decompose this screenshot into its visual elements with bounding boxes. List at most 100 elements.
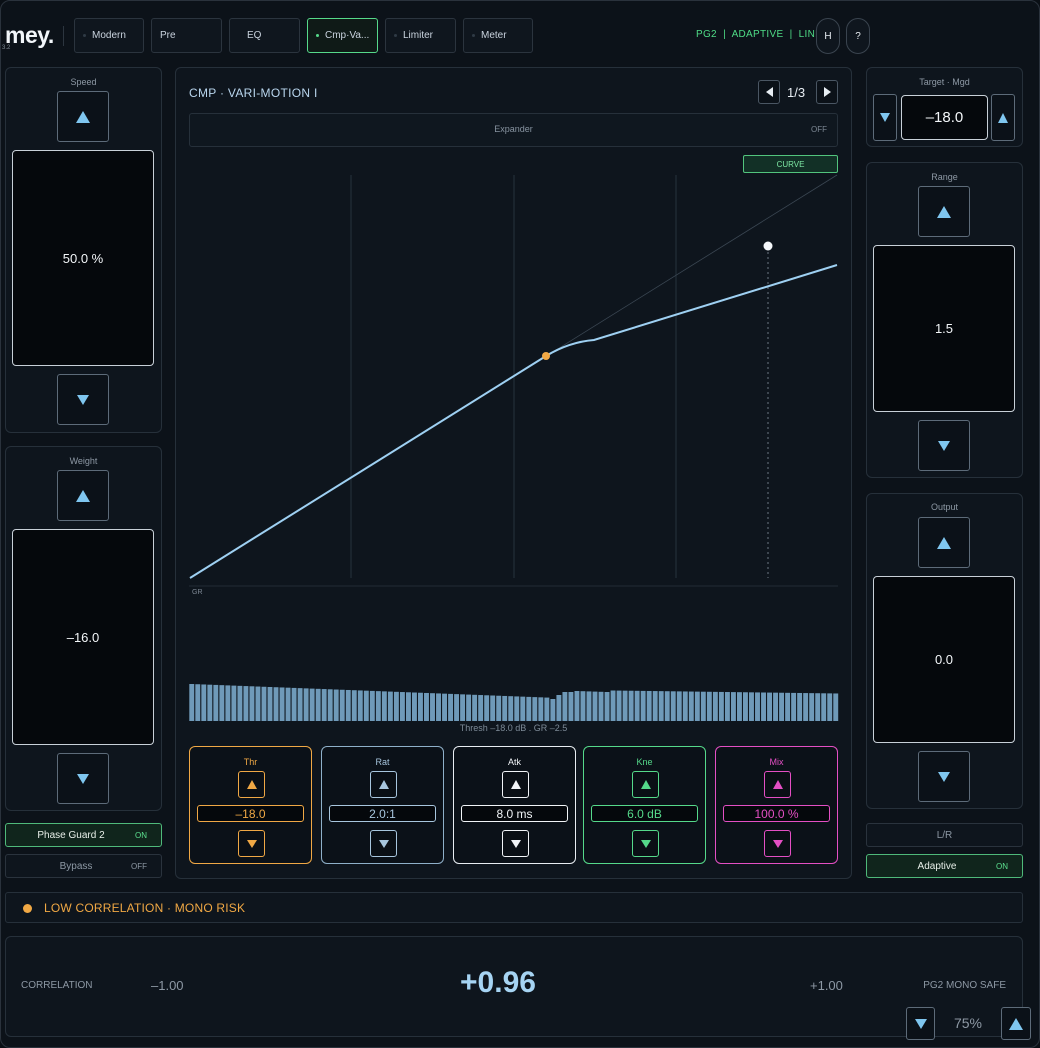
status-indicators: PG2 | ADAPTIVE | LINK (696, 29, 823, 40)
app-version: 3.2 (2, 45, 11, 51)
rat-down-button[interactable] (370, 830, 397, 857)
gr-bar (724, 692, 730, 721)
tab-meter[interactable]: Meter (463, 18, 533, 53)
threshold-point[interactable] (542, 352, 550, 360)
gr-bar (327, 689, 333, 721)
mix-value[interactable]: 100.0 % (723, 805, 830, 822)
thr-value[interactable]: –18.0 (197, 805, 304, 822)
param-rat-card: Rat 2.0:1 (321, 746, 444, 864)
zoom-down-button[interactable] (906, 1007, 935, 1040)
range-up-button[interactable] (918, 186, 970, 237)
gr-bar (315, 688, 321, 721)
tab-modern[interactable]: Modern (74, 18, 144, 53)
speed-value[interactable]: 50.0 % (12, 150, 154, 366)
rat-value[interactable]: 2.0:1 (329, 805, 436, 822)
gr-bar (418, 692, 423, 721)
output-up-button[interactable] (918, 517, 970, 568)
arrow-down-icon (880, 113, 890, 122)
help-h-button[interactable]: H (816, 18, 840, 54)
kne-up-button[interactable] (632, 771, 659, 798)
gr-bar (526, 696, 532, 721)
help-question-button[interactable]: ? (846, 18, 870, 54)
gr-bar (532, 697, 538, 721)
mix-up-button[interactable] (764, 771, 791, 798)
atk-up-button[interactable] (502, 771, 529, 798)
tab-limiter[interactable]: Limiter (385, 18, 456, 53)
gr-bar (664, 691, 670, 721)
next-page-button[interactable] (816, 80, 838, 104)
prev-page-button[interactable] (758, 80, 780, 104)
speed-up-button[interactable] (57, 91, 109, 142)
param-atk-name: Atk (507, 757, 521, 767)
gr-bar (448, 693, 454, 721)
kne-down-button[interactable] (632, 830, 659, 857)
tab-eq[interactable]: EQ (229, 18, 300, 53)
param-rat-name: Rat (375, 757, 390, 767)
param-kne-name: Kne (636, 757, 653, 767)
range-value[interactable]: 1.5 (873, 245, 1015, 412)
tab-indicator-icon (83, 34, 86, 37)
output-down-button[interactable] (918, 751, 970, 802)
atk-down-button[interactable] (502, 830, 529, 857)
arrow-up-icon (640, 780, 651, 789)
zoom-up-button[interactable] (1001, 1007, 1031, 1040)
gr-bar (297, 688, 303, 721)
bypass-toggle[interactable]: Bypass OFF (5, 854, 162, 878)
atk-value[interactable]: 8.0 ms (461, 805, 568, 822)
gr-bar (785, 692, 791, 721)
warning-dot-icon (23, 904, 32, 913)
adaptive-toggle[interactable]: Adaptive ON (866, 854, 1023, 878)
range-down-button[interactable] (918, 420, 970, 471)
speed-down-button[interactable] (57, 374, 109, 425)
thr-down-button[interactable] (238, 830, 265, 857)
gr-bar (369, 690, 375, 721)
target-label: Target · Mgd (919, 77, 970, 87)
gr-bar (670, 691, 676, 721)
mix-down-button[interactable] (764, 830, 791, 857)
gr-bar (634, 690, 640, 721)
tab-indicator-icon (394, 34, 397, 37)
correlation-min: –1.00 (151, 978, 184, 993)
gr-bar (821, 693, 827, 721)
target-down-button[interactable] (873, 94, 897, 141)
kne-value[interactable]: 6.0 dB (591, 805, 698, 822)
gr-bar (213, 684, 219, 721)
transfer-curve-graph[interactable] (189, 170, 839, 730)
signal-level-point (763, 241, 773, 251)
param-mix-card: Mix 100.0 % (715, 746, 838, 864)
target-value[interactable]: –18.0 (901, 95, 988, 140)
correlation-label: CORRELATION (21, 980, 93, 991)
output-value[interactable]: 0.0 (873, 576, 1015, 743)
tab-pre[interactable]: Pre (151, 18, 222, 53)
correlation-warning: LOW CORRELATION · MONO RISK (5, 892, 1023, 923)
rat-up-button[interactable] (370, 771, 397, 798)
gr-bar (375, 691, 381, 721)
output-label: Output (930, 502, 959, 512)
gr-bar (730, 692, 736, 721)
mono-safe-status: PG2 MONO SAFE (923, 980, 1006, 991)
gr-bar (207, 684, 213, 721)
gr-bar (803, 693, 809, 721)
gr-bar (502, 695, 508, 721)
range-label: Range (931, 172, 958, 182)
target-up-button[interactable] (991, 94, 1015, 141)
thr-up-button[interactable] (238, 771, 265, 798)
arrow-down-icon (640, 839, 651, 848)
gr-bar (189, 684, 195, 721)
gr-bar (225, 685, 231, 721)
expander-toggle[interactable]: Expander OFF (189, 113, 838, 147)
lr-toggle[interactable]: L/R (866, 823, 1023, 847)
weight-up-button[interactable] (57, 470, 109, 521)
gr-bar (604, 692, 610, 721)
tab-active-icon (316, 34, 319, 37)
phase-guard-toggle[interactable]: Phase Guard 2 ON (5, 823, 162, 847)
weight-down-button[interactable] (57, 753, 109, 804)
gr-bar (815, 693, 821, 721)
expander-state: OFF (811, 125, 827, 134)
gr-bar (791, 692, 797, 721)
gr-bar (405, 692, 411, 721)
gr-bar (574, 691, 580, 721)
gr-bar (484, 695, 490, 721)
tab-compressor[interactable]: Cmp·Va... (307, 18, 378, 53)
weight-value[interactable]: –16.0 (12, 529, 154, 745)
